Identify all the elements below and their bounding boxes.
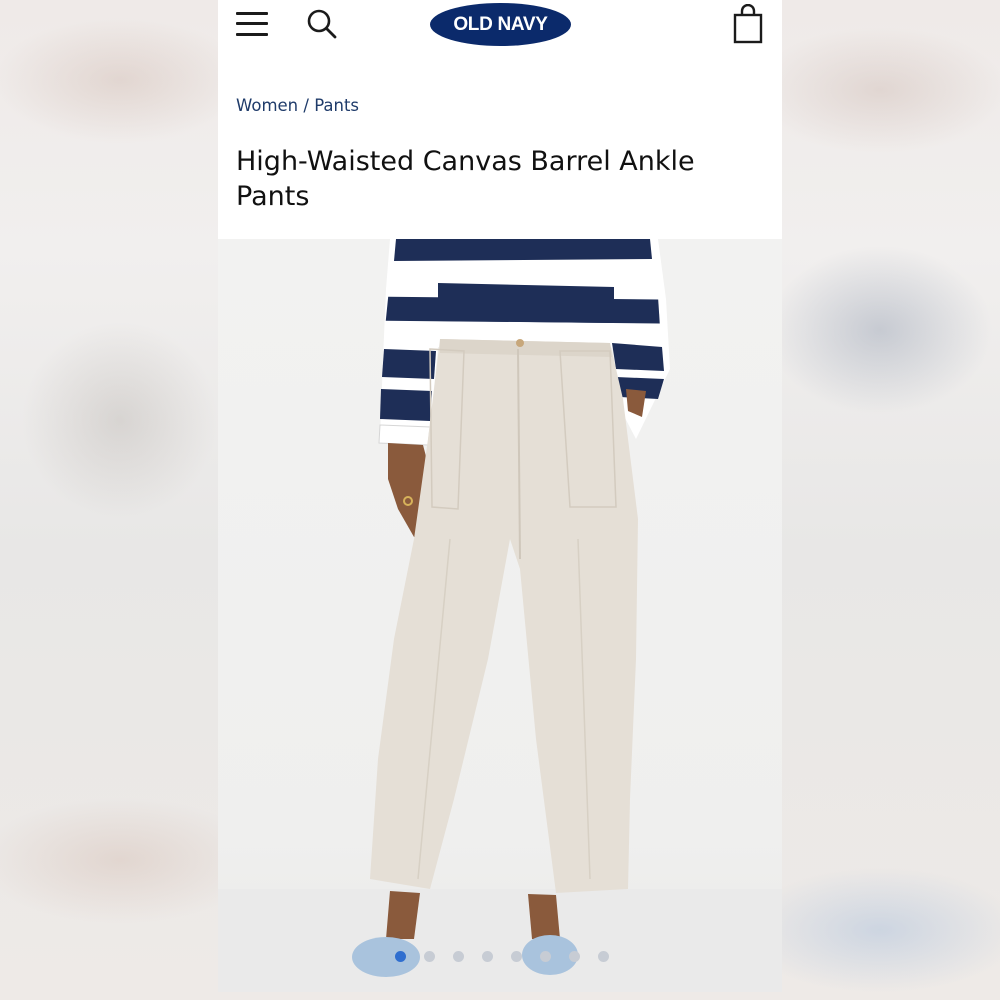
carousel-dot[interactable] bbox=[395, 951, 406, 962]
hamburger-menu-icon[interactable] bbox=[236, 10, 270, 38]
shopping-bag-icon[interactable] bbox=[732, 4, 764, 44]
carousel-dot[interactable] bbox=[482, 951, 493, 962]
breadcrumb-women-link[interactable]: Women bbox=[236, 96, 298, 115]
image-carousel-dots bbox=[218, 951, 782, 965]
old-navy-logo[interactable]: OLD NAVY bbox=[430, 3, 571, 46]
carousel-dot[interactable] bbox=[598, 951, 609, 962]
breadcrumb: Women / Pants bbox=[236, 96, 359, 115]
carousel-dot[interactable] bbox=[569, 951, 580, 962]
phone-screen: OLD NAVY Women / Pants High-Waisted Canv… bbox=[218, 0, 782, 992]
logo-text: OLD NAVY bbox=[453, 13, 548, 35]
product-title: High-Waisted Canvas Barrel Ankle Pants bbox=[236, 146, 695, 212]
carousel-dot[interactable] bbox=[424, 951, 435, 962]
carousel-dot[interactable] bbox=[540, 951, 551, 962]
search-icon[interactable] bbox=[306, 8, 338, 40]
top-header: OLD NAVY bbox=[218, 0, 782, 52]
breadcrumb-separator: / bbox=[303, 96, 315, 115]
product-photo-illustration bbox=[218, 239, 782, 992]
carousel-dot[interactable] bbox=[511, 951, 522, 962]
breadcrumb-pants-link[interactable]: Pants bbox=[314, 96, 359, 115]
product-image[interactable] bbox=[218, 239, 782, 992]
carousel-dot[interactable] bbox=[453, 951, 464, 962]
